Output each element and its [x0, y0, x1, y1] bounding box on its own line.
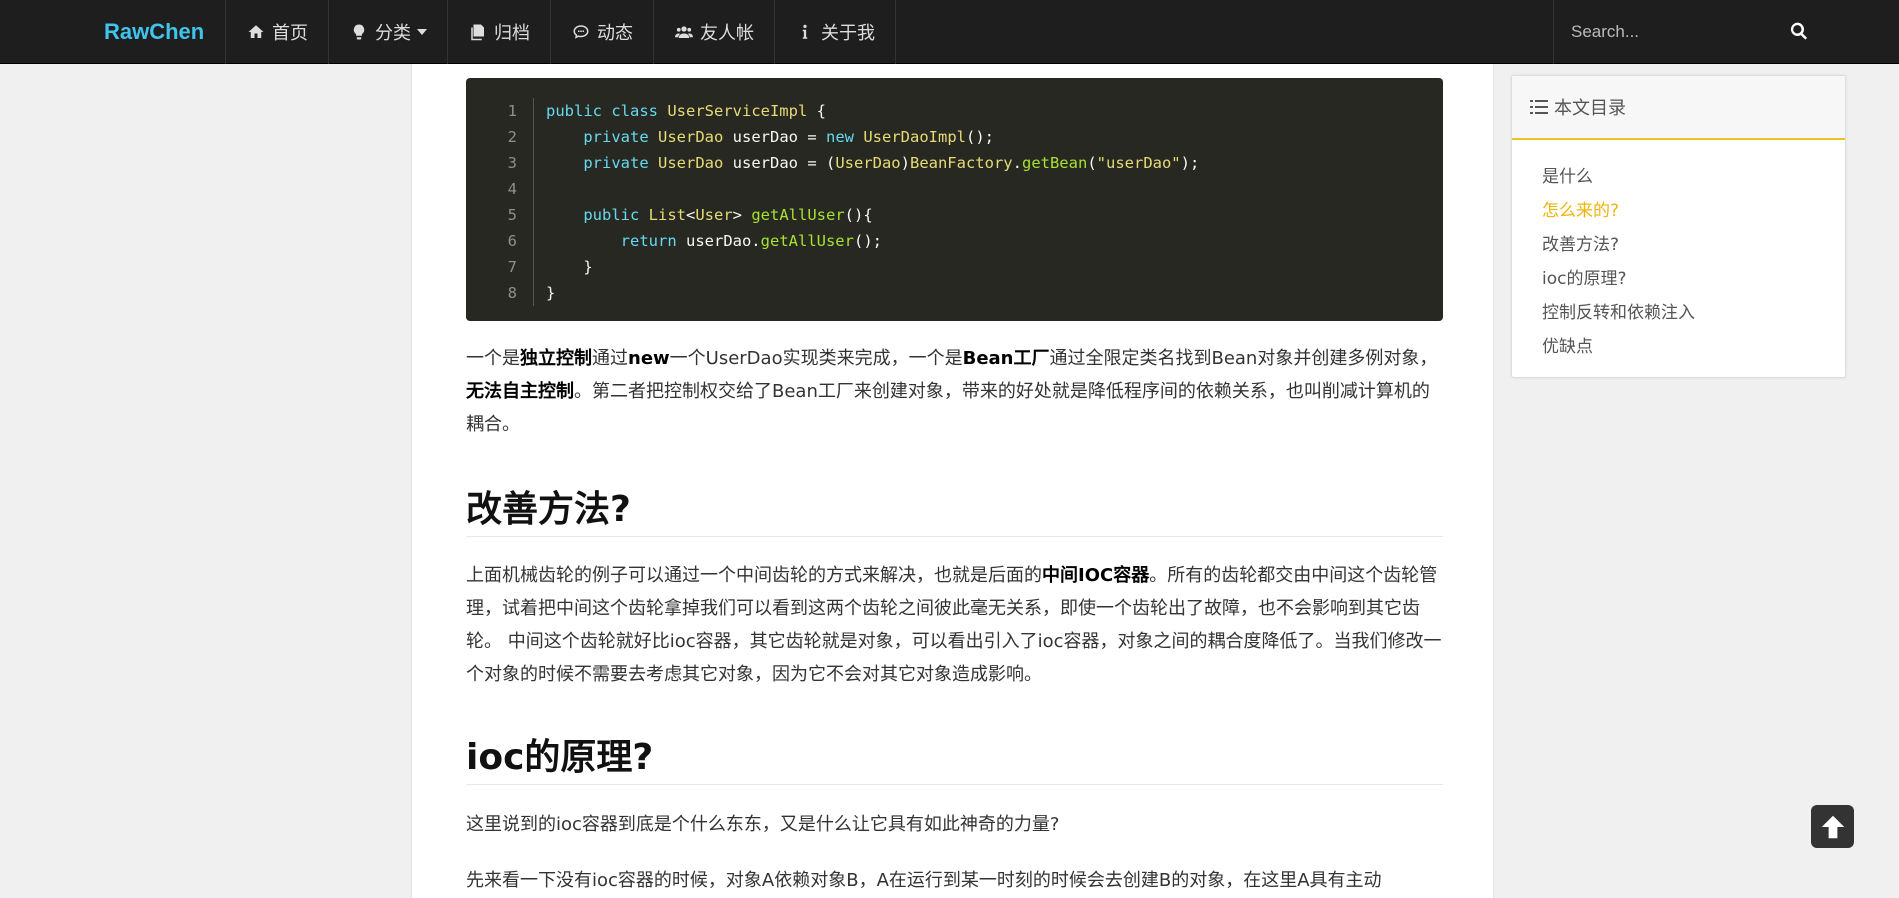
article-content: 1 public class UserServiceImpl { 2 privat…: [411, 64, 1494, 898]
nav-label: 归档: [494, 23, 530, 44]
code-line: 8}: [466, 280, 1443, 306]
toc-header: 本文目录: [1512, 76, 1845, 140]
nav-item-category[interactable]: 分类: [328, 0, 447, 64]
nav-item-home[interactable]: 首页: [225, 0, 328, 64]
code-line: 5 public List<User> getAllUser(){: [466, 202, 1443, 228]
users-icon: [674, 22, 694, 42]
nav-item-moments[interactable]: 动态: [550, 0, 653, 64]
code-line: 7 }: [466, 254, 1443, 280]
toc-title: 本文目录: [1554, 98, 1626, 119]
nav-label: 分类: [375, 23, 411, 44]
nav-item-archive[interactable]: 归档: [447, 0, 550, 64]
code-block[interactable]: 1 public class UserServiceImpl { 2 privat…: [466, 78, 1443, 321]
nav-item-about[interactable]: 关于我: [774, 0, 896, 64]
code-line: 4: [466, 176, 1443, 202]
brand-logo[interactable]: RawChen: [104, 0, 204, 64]
heading-improve: 改善方法?: [466, 480, 1443, 537]
nav-label: 动态: [597, 23, 633, 44]
toc-item[interactable]: ioc的原理?: [1542, 262, 1845, 296]
nav-item-friends[interactable]: 友人帐: [653, 0, 774, 64]
heading-ioc-principle: ioc的原理?: [466, 728, 1443, 785]
search-icon[interactable]: [1789, 21, 1811, 43]
paragraph-control: 一个是独立控制通过new一个UserDao实现类来完成，一个是Bean工厂通过全…: [466, 348, 1438, 435]
main-nav: 首页 分类 归档 动态 友人帐 关于我: [225, 0, 896, 64]
caret-down-icon: [417, 29, 427, 35]
archive-icon: [468, 22, 488, 42]
nav-label: 友人帐: [700, 23, 754, 44]
lightbulb-icon: [349, 22, 369, 42]
code-line: 1 public class UserServiceImpl {: [466, 98, 1443, 124]
home-icon: [246, 22, 266, 42]
paragraph-improve: 上面机械齿轮的例子可以通过一个中间齿轮的方式来解决，也就是后面的中间IOC容器。…: [466, 565, 1442, 685]
paragraph-ioc-detail: 先来看一下没有ioc容器的时候，对象A依赖对象B，A在运行到某一时刻的时候会去创…: [466, 870, 1382, 891]
search-input[interactable]: [1554, 12, 1774, 52]
toc-item[interactable]: 是什么: [1542, 160, 1845, 194]
top-navbar: RawChen 首页 分类 归档 动态 友人帐 关于我: [0, 0, 1899, 64]
nav-label: 首页: [272, 23, 308, 44]
nav-label: 关于我: [821, 23, 875, 44]
code-line: 6 return userDao.getAllUser();: [466, 228, 1443, 254]
toc-item[interactable]: 改善方法?: [1542, 228, 1845, 262]
info-icon: [795, 22, 815, 42]
toc-item-active[interactable]: 怎么来的?: [1542, 194, 1845, 228]
toc-list: 是什么 怎么来的? 改善方法? ioc的原理? 控制反转和依赖注入 优缺点: [1512, 140, 1845, 364]
paragraph-ioc-question: 这里说到的ioc容器到底是个什么东东，又是什么让它具有如此神奇的力量?: [466, 814, 1060, 835]
toc-item[interactable]: 控制反转和依赖注入: [1542, 296, 1845, 330]
toc-item[interactable]: 优缺点: [1542, 330, 1845, 364]
search-box: [1553, 0, 1833, 64]
arrow-up-icon: [1821, 815, 1844, 838]
back-to-top-button[interactable]: [1811, 805, 1854, 848]
comment-icon: [571, 22, 591, 42]
code-line: 3 private UserDao userDao = (UserDao)Bea…: [466, 150, 1443, 176]
code-line: 2 private UserDao userDao = new UserDaoI…: [466, 124, 1443, 150]
table-of-contents: 本文目录 是什么 怎么来的? 改善方法? ioc的原理? 控制反转和依赖注入 优…: [1511, 75, 1846, 378]
list-icon: [1530, 100, 1548, 114]
